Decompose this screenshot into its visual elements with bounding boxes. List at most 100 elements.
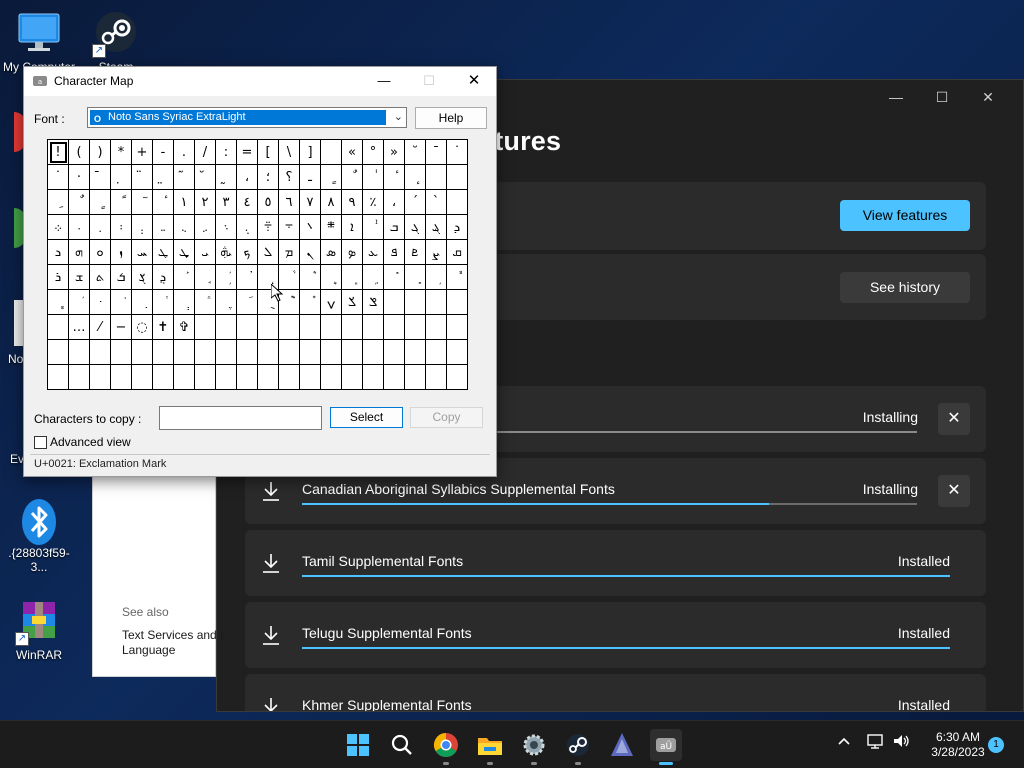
character-cell[interactable]: ݅ (194, 289, 216, 315)
character-cell[interactable]: ܾ (47, 289, 69, 315)
character-cell[interactable] (404, 339, 426, 365)
character-cell[interactable]: ܚ (131, 239, 153, 265)
character-cell[interactable]: ٌ (68, 189, 90, 215)
character-cell[interactable] (215, 364, 237, 390)
character-cell[interactable]: ܝ (194, 239, 216, 265)
character-cell[interactable]: · (68, 164, 90, 190)
character-cell[interactable] (383, 289, 405, 315)
character-cell[interactable] (236, 339, 258, 365)
character-cell[interactable]: - (152, 139, 174, 165)
character-cell[interactable]: ٔ (383, 164, 405, 190)
clock[interactable]: 6:30 AM 3/28/2023 (918, 730, 998, 760)
character-cell[interactable]: ܊ (257, 214, 279, 240)
desktop-icon-my-computer[interactable]: My Computer (0, 10, 78, 74)
character-cell[interactable] (446, 289, 468, 315)
font-dropdown[interactable]: O Noto Sans Syriac ExtraLight ⌄ (87, 107, 407, 128)
character-cell[interactable] (68, 339, 90, 365)
character-cell[interactable]: ܘ (89, 239, 111, 265)
character-cell[interactable]: ٩ (341, 189, 363, 215)
character-cell[interactable]: ١ (173, 189, 195, 215)
character-cell[interactable] (194, 364, 216, 390)
character-cell[interactable] (383, 339, 405, 365)
character-cell[interactable]: « (341, 139, 363, 165)
character-cell[interactable]: ٰ (362, 164, 384, 190)
character-cell[interactable]: ܥ (362, 239, 384, 265)
character-cell[interactable] (341, 364, 363, 390)
character-cell[interactable] (131, 364, 153, 390)
character-cell[interactable]: ܮ (131, 264, 153, 290)
character-cell[interactable]: ܒ (383, 214, 405, 240)
character-cell[interactable] (278, 364, 300, 390)
character-cell[interactable]: ܟ (236, 239, 258, 265)
search-icon[interactable] (386, 729, 418, 761)
character-cell[interactable]: ̤ (152, 164, 174, 190)
chevron-up-icon[interactable] (836, 733, 852, 754)
character-cell[interactable]: ܬ (89, 264, 111, 290)
character-cell[interactable] (299, 364, 321, 390)
cancel-install-button[interactable]: ✕ (938, 475, 970, 507)
character-cell[interactable]: ܽ (446, 264, 468, 290)
character-cell[interactable]: ٍ (89, 189, 111, 215)
character-cell[interactable]: ܈ (215, 214, 237, 240)
character-cell[interactable]: ܄ (131, 214, 153, 240)
character-cell[interactable] (47, 364, 69, 390)
character-cell[interactable]: ِ (47, 189, 69, 215)
character-cell[interactable] (446, 164, 468, 190)
character-cell[interactable]: ݁ (110, 289, 132, 315)
character-cell[interactable]: ܋ (278, 214, 300, 240)
character-cell[interactable]: \ (278, 139, 300, 165)
character-cell[interactable]: ٢ (194, 189, 216, 215)
app-icon[interactable] (606, 729, 638, 761)
character-cell[interactable]: ܭ (110, 264, 132, 290)
character-cell[interactable]: ݊ (299, 289, 321, 315)
character-cell[interactable]: ܙ (110, 239, 132, 265)
character-cell[interactable] (383, 314, 405, 340)
character-cell[interactable]: ݂ (131, 289, 153, 315)
character-cell[interactable] (194, 339, 216, 365)
chrome-icon[interactable] (430, 729, 462, 765)
character-cell[interactable] (341, 314, 363, 340)
character-cell[interactable] (299, 314, 321, 340)
character-cell[interactable]: ٧ (299, 189, 321, 215)
character-cell[interactable]: ؛ (257, 164, 279, 190)
character-cell[interactable]: ܉ (236, 214, 258, 240)
character-cell[interactable]: * (110, 139, 132, 165)
character-cell[interactable]: ܫ (68, 264, 90, 290)
character-cell[interactable]: ܺ (383, 264, 405, 290)
character-cell[interactable]: ̆ (194, 164, 216, 190)
character-cell[interactable] (131, 339, 153, 365)
character-cell[interactable]: ° (362, 139, 384, 165)
character-cell[interactable]: ( (68, 139, 90, 165)
character-cell[interactable]: ◌ (131, 314, 153, 340)
character-cell[interactable] (278, 314, 300, 340)
character-cell[interactable]: [ (257, 139, 279, 165)
character-cell[interactable] (425, 164, 447, 190)
character-cell[interactable] (257, 314, 279, 340)
character-cell[interactable]: ݏ (362, 289, 384, 315)
character-cell[interactable]: ݇ (236, 289, 258, 315)
network-icon[interactable] (866, 733, 884, 754)
character-cell[interactable]: − (110, 314, 132, 340)
character-cell[interactable] (47, 314, 69, 340)
character-cell[interactable] (194, 314, 216, 340)
close-button[interactable]: ✕ (461, 71, 487, 91)
character-cell[interactable]: ̃ (173, 164, 195, 190)
character-cell[interactable]: : (215, 139, 237, 165)
character-cell[interactable]: ܂ (89, 214, 111, 240)
character-cell[interactable]: ܰ (173, 264, 195, 290)
character-cell[interactable]: ٪ (362, 189, 384, 215)
character-cell[interactable]: ܳ (236, 264, 258, 290)
character-cell[interactable]: ٨ (320, 189, 342, 215)
character-cell[interactable]: ٔ (152, 189, 174, 215)
notification-badge[interactable]: 1 (988, 737, 1004, 753)
character-cell[interactable] (320, 139, 342, 165)
character-cell[interactable]: ! (47, 139, 69, 165)
character-cell[interactable]: ٤ (236, 189, 258, 215)
cancel-install-button[interactable]: ✕ (938, 403, 970, 435)
checkbox-box[interactable] (34, 435, 47, 449)
character-cell[interactable]: ܐ (341, 214, 363, 240)
character-cell[interactable]: ، (236, 164, 258, 190)
character-cell[interactable] (425, 289, 447, 315)
character-cell[interactable] (383, 364, 405, 390)
character-cell[interactable]: ݎ (341, 289, 363, 315)
